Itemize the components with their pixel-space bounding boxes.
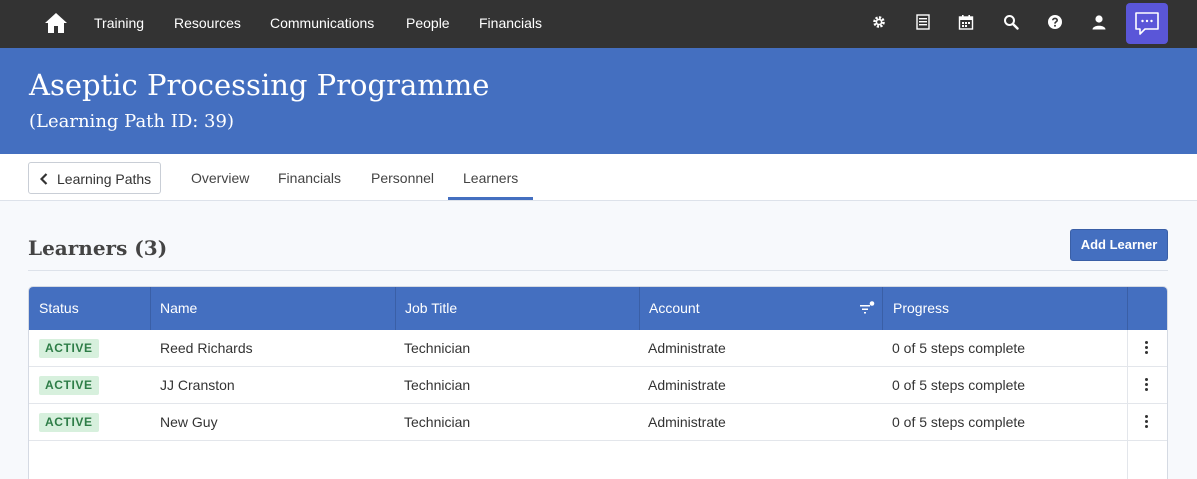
row-actions-menu-icon[interactable] <box>1142 414 1152 430</box>
table-header: Status Name Job Title Account Progress <box>29 287 1167 330</box>
page-subtitle: (Learning Path ID: 39) <box>29 111 234 132</box>
tab-overview[interactable]: Overview <box>191 170 249 186</box>
learner-job-title: Technician <box>404 340 471 356</box>
learner-account: Administrate <box>648 340 726 356</box>
learner-progress: 0 of 5 steps complete <box>892 414 1026 430</box>
active-tab-indicator <box>448 197 533 200</box>
table-row[interactable]: ACTIVE JJ Cranston Technician Administra… <box>29 367 1167 404</box>
learner-account: Administrate <box>648 377 726 393</box>
section-title: Learners (3) <box>28 236 168 260</box>
list-icon[interactable] <box>915 14 931 30</box>
nav-link-financials[interactable]: Financials <box>479 15 542 31</box>
status-badge: ACTIVE <box>39 339 99 358</box>
row-actions-menu-icon[interactable] <box>1142 377 1152 393</box>
status-badge: ACTIVE <box>39 413 99 432</box>
learner-job-title: Technician <box>404 414 471 430</box>
gear-icon[interactable] <box>871 14 887 30</box>
back-button-label: Learning Paths <box>57 171 152 187</box>
column-divider <box>1127 287 1128 330</box>
column-divider <box>1127 367 1128 404</box>
column-header-account[interactable]: Account <box>639 287 700 330</box>
learner-progress: 0 of 5 steps complete <box>892 377 1026 393</box>
nav-link-people[interactable]: People <box>406 15 450 31</box>
chat-icon[interactable] <box>1126 3 1168 44</box>
section-divider <box>28 270 1168 271</box>
learner-name: JJ Cranston <box>160 377 235 393</box>
column-header-status[interactable]: Status <box>29 287 79 330</box>
column-header-name[interactable]: Name <box>150 287 197 330</box>
column-divider <box>1127 441 1128 479</box>
home-icon[interactable] <box>44 11 68 35</box>
learner-job-title: Technician <box>404 377 471 393</box>
tab-financials[interactable]: Financials <box>278 170 341 186</box>
filter-icon[interactable] <box>859 301 875 317</box>
calendar-icon[interactable] <box>958 14 974 30</box>
learner-name: Reed Richards <box>160 340 253 356</box>
page-title: Aseptic Processing Programme <box>29 68 490 102</box>
help-icon[interactable] <box>1047 14 1063 30</box>
learner-name: New Guy <box>160 414 218 430</box>
learners-table: Status Name Job Title Account Progress A… <box>28 286 1168 479</box>
learner-progress: 0 of 5 steps complete <box>892 340 1026 356</box>
column-header-job-title[interactable]: Job Title <box>395 287 457 330</box>
status-badge: ACTIVE <box>39 376 99 395</box>
search-icon[interactable] <box>1003 14 1019 30</box>
tab-personnel[interactable]: Personnel <box>371 170 434 186</box>
top-nav: Training Resources Communications People… <box>0 0 1197 48</box>
nav-link-training[interactable]: Training <box>94 15 144 31</box>
chevron-left-icon <box>39 172 48 188</box>
table-row[interactable]: ACTIVE New Guy Technician Administrate 0… <box>29 404 1167 441</box>
page-banner: Aseptic Processing Programme (Learning P… <box>0 48 1197 154</box>
table-row[interactable]: ACTIVE Reed Richards Technician Administ… <box>29 330 1167 367</box>
column-header-progress[interactable]: Progress <box>883 287 949 330</box>
column-divider <box>1127 404 1128 441</box>
nav-link-resources[interactable]: Resources <box>174 15 241 31</box>
tab-bar: Learning Paths Overview Financials Perso… <box>0 154 1197 201</box>
add-learner-button[interactable]: Add Learner <box>1070 229 1168 261</box>
user-icon[interactable] <box>1091 14 1107 30</box>
back-to-learning-paths-button[interactable]: Learning Paths <box>28 162 161 194</box>
nav-link-communications[interactable]: Communications <box>270 15 374 31</box>
column-divider <box>1127 330 1128 367</box>
tab-learners[interactable]: Learners <box>463 170 518 186</box>
row-actions-menu-icon[interactable] <box>1142 340 1152 356</box>
learner-account: Administrate <box>648 414 726 430</box>
